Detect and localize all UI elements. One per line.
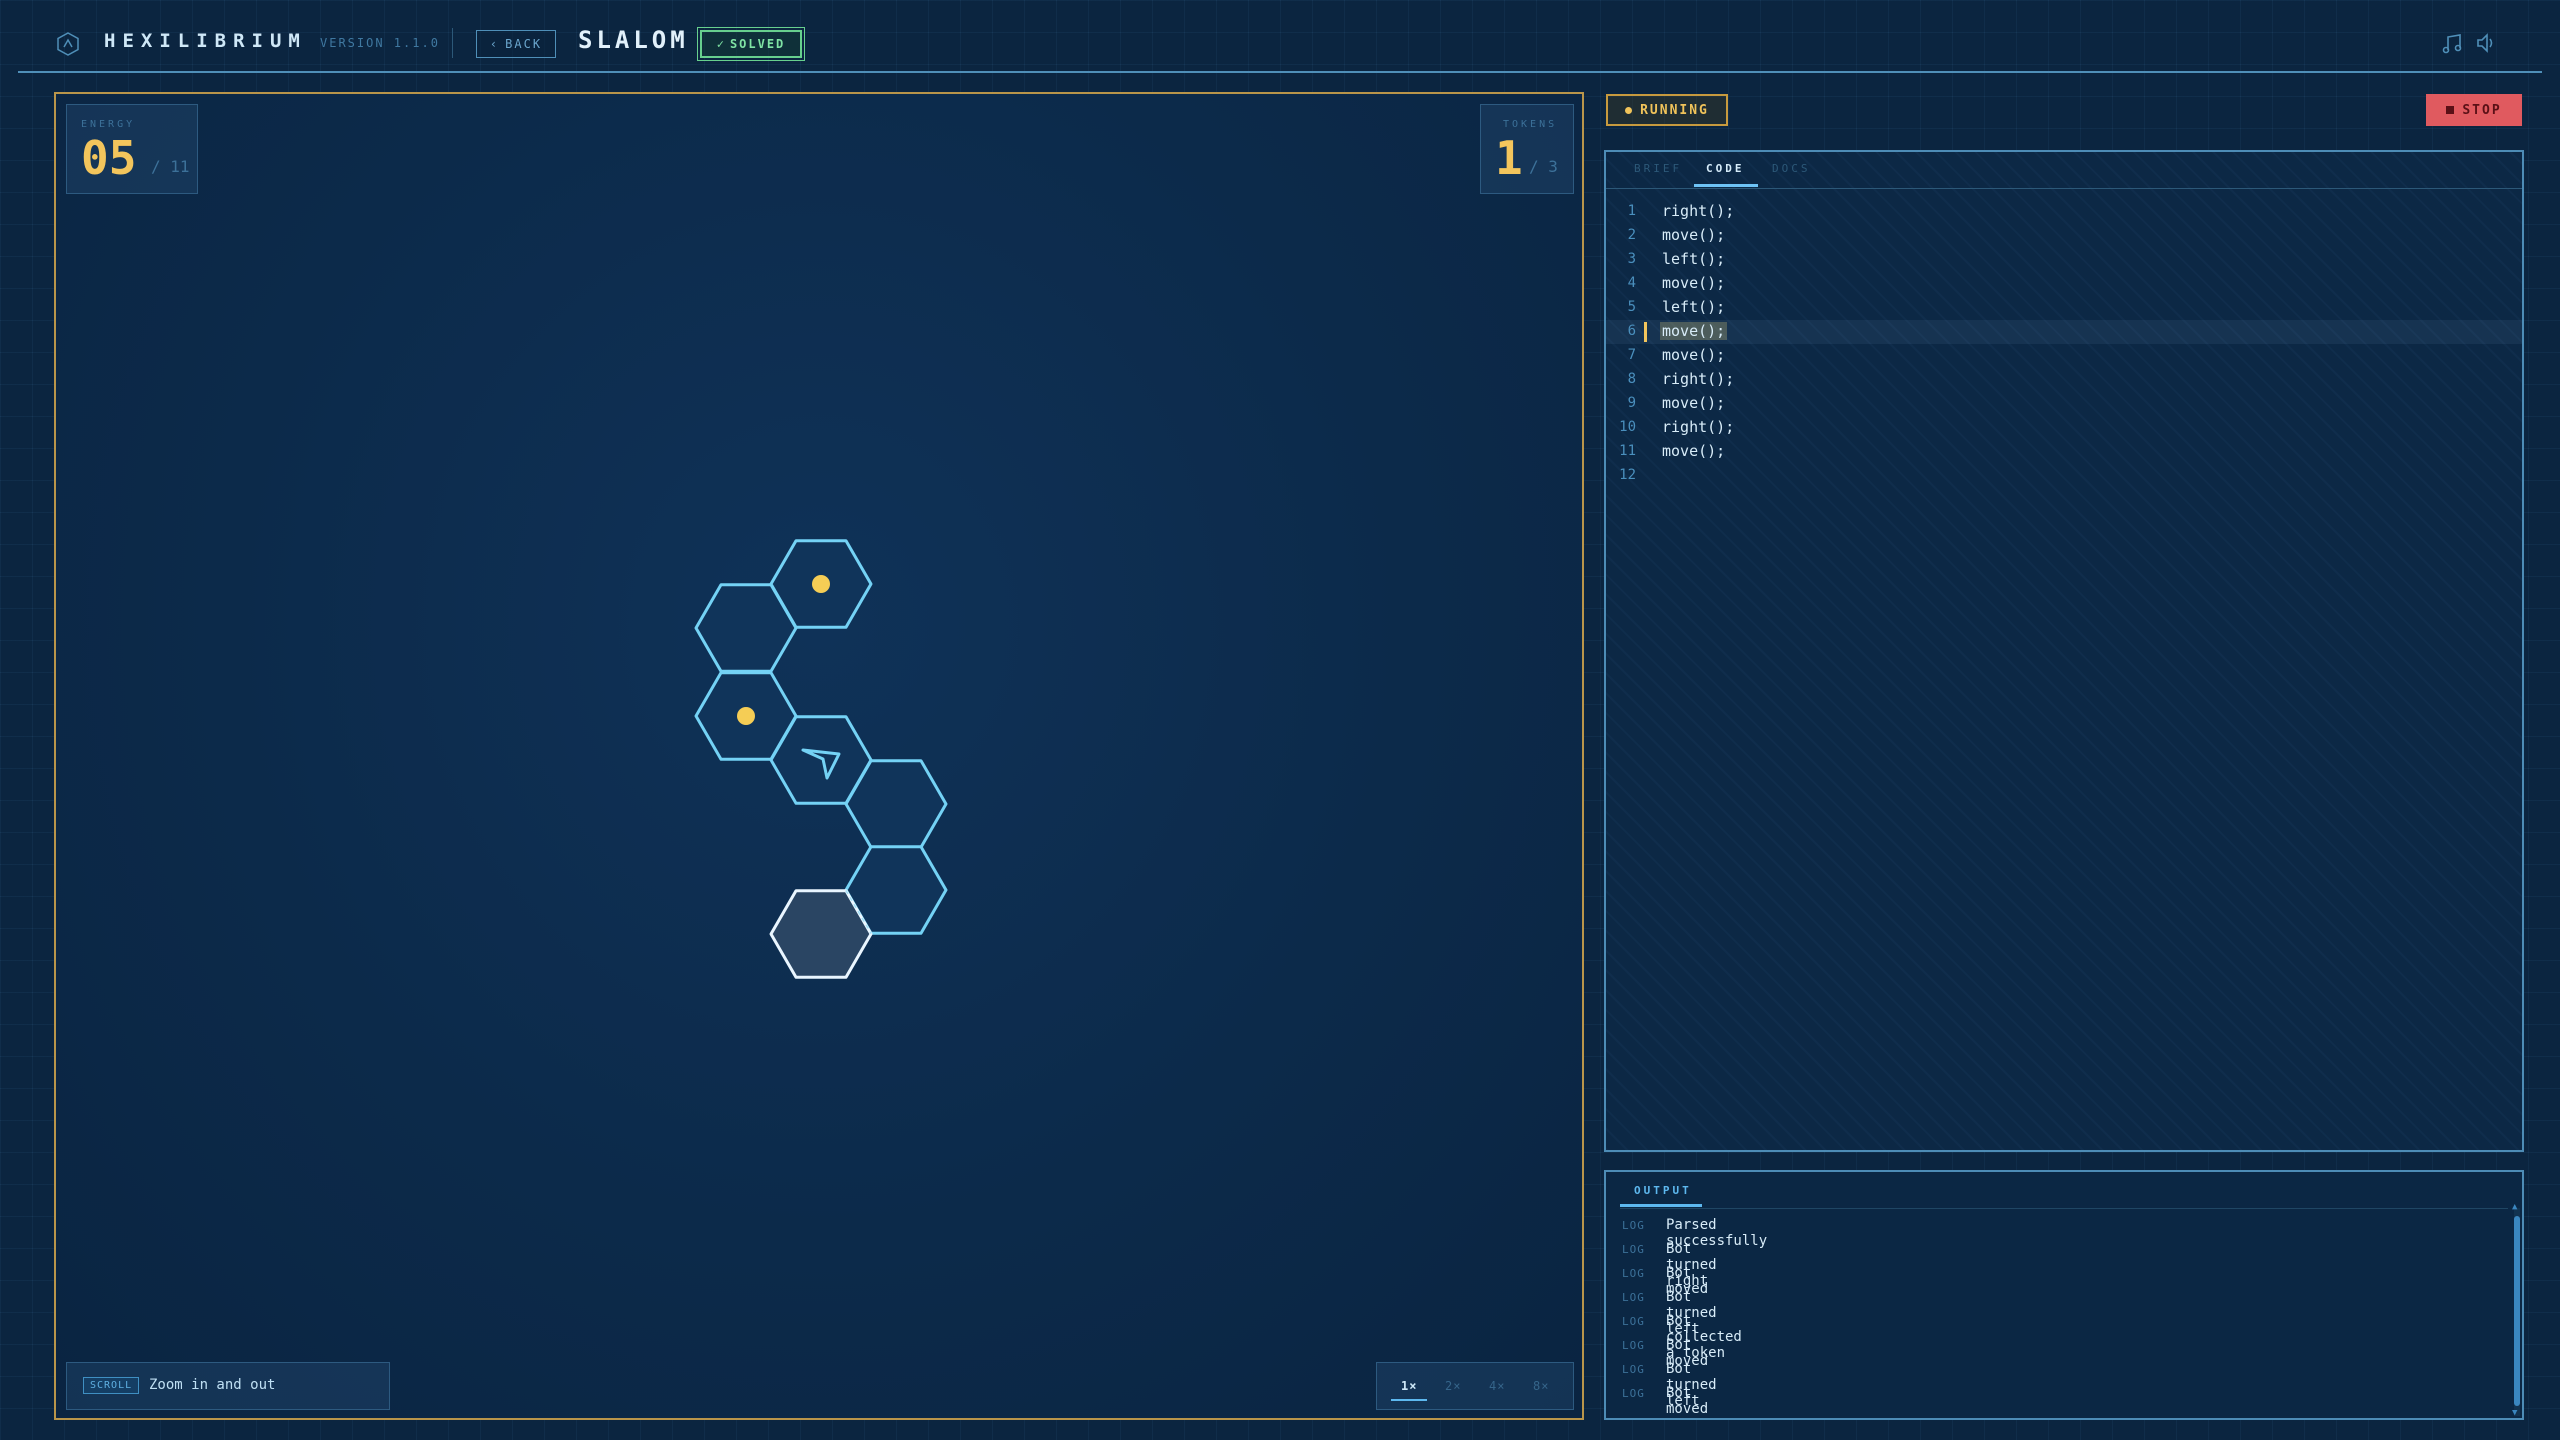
line-number: 3 [1627,251,1636,267]
code-line[interactable]: 11 move(); [1606,440,2522,464]
code-text: move(); [1662,226,1726,244]
line-number: 1 [1627,203,1636,219]
code-line[interactable]: 8 right(); [1606,368,2522,392]
scroll-up-icon[interactable]: ▲ [2512,1202,2517,1212]
solved-badge-label: SOLVED [729,37,786,51]
active-tab-indicator [1694,184,1758,187]
log-level-tag: LOG [1622,1243,1645,1256]
solved-badge: ✓ SOLVED [697,27,805,61]
current-line-marker [1644,322,1647,342]
line-number: 12 [1619,467,1636,483]
speaker-icon[interactable] [2474,30,2500,56]
code-text: right(); [1662,370,1735,388]
line-number: 4 [1627,275,1636,291]
tab-docs[interactable]: DOCS [1772,162,1811,175]
code-text: move(); [1662,442,1726,460]
scroll-down-icon[interactable]: ▼ [2512,1408,2517,1418]
log-level-tag: LOG [1622,1339,1645,1352]
app-title: HEXILIBRIUM [104,30,307,52]
output-panel: OUTPUT LOG Parsed successfully LOG Bot turn… [1604,1170,2524,1420]
code-text: move(); [1662,346,1726,364]
line-number: 10 [1619,419,1636,435]
header-divider-line [18,71,2542,73]
code-line[interactable]: 2 move(); [1606,224,2522,248]
stop-button[interactable]: STOP [2426,94,2522,126]
speed-selector: 1× 2× 4× 8× [1376,1362,1574,1410]
line-number: 8 [1627,371,1636,387]
running-status-label: RUNNING [1640,102,1709,118]
log-level-tag: LOG [1622,1219,1645,1232]
code-text: left(); [1662,298,1726,316]
tab-brief[interactable]: BRIEF [1634,162,1682,175]
code-line[interactable]: 6 move(); [1606,320,2522,344]
log-level-tag: LOG [1622,1291,1645,1304]
code-editor-panel: BRIEF CODE DOCS 1 right(); 2 move(); 3 left()… [1604,150,2524,1152]
token-icon [737,707,755,725]
scroll-key-badge: SCROLL [83,1377,140,1394]
level-title: SLALOM [578,26,689,54]
code-line[interactable]: 5 left(); [1606,296,2522,320]
stop-square-icon [2446,106,2455,114]
music-note-icon[interactable] [2440,30,2466,56]
code-line[interactable]: 4 move(); [1606,272,2522,296]
chevron-left-icon: ‹ [489,37,500,51]
code-line[interactable]: 7 move(); [1606,344,2522,368]
code-line[interactable]: 1 right(); [1606,200,2522,224]
tab-output[interactable]: OUTPUT [1634,1184,1692,1197]
stop-button-label: STOP [2462,102,2502,118]
code-line[interactable]: 9 move(); [1606,392,2522,416]
code-text: move(); [1662,394,1726,412]
tab-code[interactable]: CODE [1706,162,1745,175]
output-divider [1620,1208,2508,1209]
code-text: move(); [1662,274,1726,292]
log-message: Bot moved [1666,1385,1709,1417]
code-line[interactable]: 3 left(); [1606,248,2522,272]
back-button-label: BACK [505,37,543,51]
hexagon-logo-icon[interactable] [56,32,80,56]
code-text: right(); [1662,418,1735,436]
game-board-panel[interactable]: ENERGY 05 / 11 TOKENS 1 / 3 SCROLL Zoom … [54,92,1584,1420]
top-bar: HEXILIBRIUM VERSION 1.1.0 ‹ BACK SLALOM … [0,0,2560,72]
output-tab-indicator [1620,1204,1702,1207]
line-number: 5 [1627,299,1636,315]
speed-selected-indicator [1391,1399,1427,1401]
log-level-tag: LOG [1622,1363,1645,1376]
token-icon [812,575,830,593]
speed-option-1x[interactable]: 1× [1401,1379,1417,1393]
log-level-tag: LOG [1622,1267,1645,1280]
log-level-tag: LOG [1622,1387,1645,1400]
code-line[interactable]: 10 right(); [1606,416,2522,440]
line-number: 7 [1627,347,1636,363]
running-status-badge: RUNNING [1606,94,1728,126]
line-number: 6 [1627,323,1636,339]
output-scrollbar-thumb[interactable] [2514,1216,2520,1406]
code-text: move(); [1660,322,1728,340]
speed-option-8x[interactable]: 8× [1533,1379,1549,1393]
line-number: 11 [1619,443,1636,459]
header-divider [452,28,453,58]
line-number: 2 [1627,227,1636,243]
code-text: right(); [1662,202,1735,220]
code-line[interactable]: 12 [1606,464,2522,488]
version-label: VERSION 1.1.0 [320,36,440,50]
speed-option-2x[interactable]: 2× [1445,1379,1461,1393]
hex-board[interactable] [56,94,1582,1418]
zoom-hint-text: Zoom in and out [149,1377,276,1393]
editor-tabs: BRIEF CODE DOCS [1606,152,2522,189]
log-level-tag: LOG [1622,1315,1645,1328]
back-button[interactable]: ‹ BACK [476,30,556,58]
speed-option-4x[interactable]: 4× [1489,1379,1505,1393]
line-number: 9 [1627,395,1636,411]
code-text: left(); [1662,250,1726,268]
zoom-hint: SCROLL Zoom in and out [66,1362,390,1410]
status-dot-icon [1625,106,1633,114]
check-icon: ✓ [716,37,726,51]
